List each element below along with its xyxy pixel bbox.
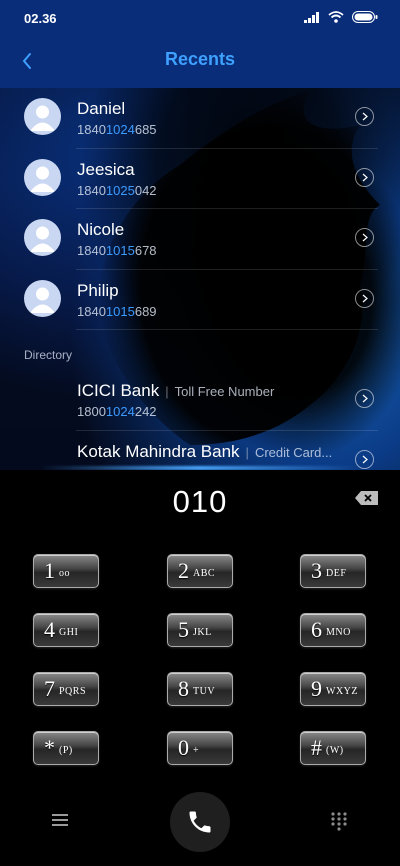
directory-subtitle: Toll Free Number <box>165 384 274 399</box>
contact-row-philip[interactable]: Philip 18401015689 <box>0 270 400 331</box>
chevron-right-circle-icon[interactable] <box>355 107 374 126</box>
status-bar: 02.36 <box>0 0 400 34</box>
dialpad-icon <box>331 812 347 831</box>
header: Recents <box>0 34 400 88</box>
directory-subtitle: Credit Card... <box>246 445 333 460</box>
contact-number: 18401015678 <box>77 243 157 258</box>
contact-avatar-icon <box>24 98 61 135</box>
key-6[interactable]: 6 MNO <box>300 613 366 647</box>
menu-button[interactable] <box>50 810 72 830</box>
chevron-right-circle-icon[interactable] <box>355 389 374 408</box>
chevron-right-circle-icon[interactable] <box>355 449 374 469</box>
key-5[interactable]: 5 JKL <box>167 613 233 647</box>
directory-name: Kotak Mahindra BankCredit Card... <box>77 442 332 462</box>
contact-number: 18401025042 <box>77 182 157 198</box>
signal-icon <box>304 11 319 23</box>
key-9[interactable]: 9 WXYZ <box>300 672 366 706</box>
key-0[interactable]: 0 + <box>167 731 233 765</box>
battery-icon <box>352 11 378 23</box>
contact-avatar-icon <box>24 279 61 317</box>
chevron-right-circle-icon[interactable] <box>355 288 374 308</box>
wifi-icon <box>328 11 344 23</box>
directory-row-icici[interactable]: ICICI BankToll Free Number 18001024242 <box>0 370 400 431</box>
contact-name: Jeesica <box>77 159 135 179</box>
contact-number: 18401015689 <box>77 303 157 319</box>
menu-icon <box>52 814 68 826</box>
page-title: Recents <box>164 49 236 69</box>
contact-avatar-icon <box>24 219 61 256</box>
call-button[interactable] <box>170 792 230 852</box>
phone-icon <box>189 811 211 833</box>
dial-display: 010 <box>0 470 400 532</box>
chevron-right-circle-icon[interactable] <box>355 167 374 187</box>
key-star[interactable]: * (P) <box>33 731 99 765</box>
status-icons <box>304 11 378 23</box>
contact-name: Nicole <box>77 220 125 239</box>
recents-list: Daniel 18401024685 Jeesica 18401025042 N… <box>0 88 400 471</box>
directory-name: ICICI BankToll Free Number <box>77 381 274 401</box>
contact-name: Philip <box>77 280 119 300</box>
directory-row-kotak[interactable]: Kotak Mahindra BankCredit Card... <box>0 431 400 471</box>
key-7[interactable]: 7 PQRS <box>33 672 99 706</box>
key-8[interactable]: 8 TUV <box>167 672 233 706</box>
backspace-icon <box>355 491 378 505</box>
directory-section-label: Directory <box>24 348 73 362</box>
keypad-toggle-button[interactable] <box>329 811 349 831</box>
bottom-bar <box>0 780 400 866</box>
contact-avatar-icon <box>24 158 61 196</box>
key-3[interactable]: 3 DEF <box>300 554 366 588</box>
key-hash[interactable]: # (W) <box>300 731 366 765</box>
contact-row-daniel[interactable]: Daniel 18401024685 <box>0 88 400 149</box>
dialed-number: 010 <box>172 484 228 519</box>
directory-number: 18001024242 <box>77 404 157 419</box>
contact-number: 18401024685 <box>77 122 157 137</box>
key-1[interactable]: 1 oo <box>33 554 99 588</box>
backspace-button[interactable] <box>354 488 380 508</box>
key-4[interactable]: 4 GHI <box>33 613 99 647</box>
contact-row-nicole[interactable]: Nicole 18401015678 <box>0 209 400 270</box>
contact-row-jeesica[interactable]: Jeesica 18401025042 <box>0 149 400 210</box>
status-time: 02.36 <box>24 11 57 26</box>
key-2[interactable]: 2 ABC <box>167 554 233 588</box>
chevron-right-circle-icon[interactable] <box>355 228 374 247</box>
contact-name: Daniel <box>77 99 126 118</box>
